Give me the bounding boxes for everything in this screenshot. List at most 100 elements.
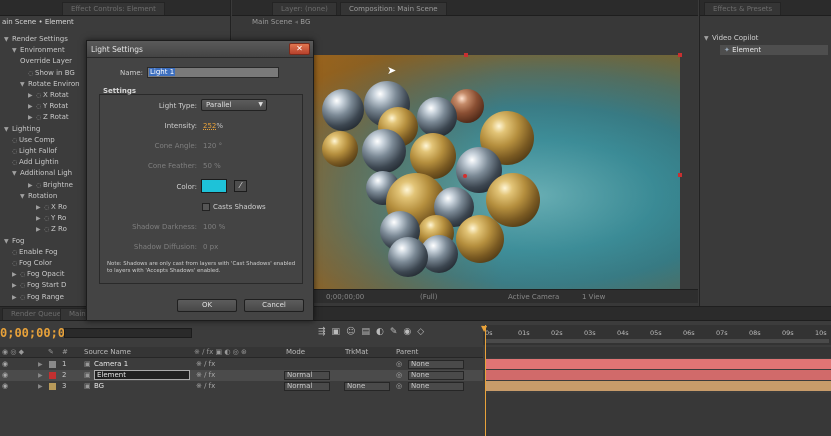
tab-layer[interactable]: Layer: (none): [272, 2, 337, 15]
effect-property-row[interactable]: ▶ ◌ Fog Range: [12, 292, 64, 303]
keyframe-icon[interactable]: ◇: [417, 327, 430, 337]
casts-shadows-checkbox[interactable]: [202, 203, 210, 211]
layer-duration-bar[interactable]: [486, 381, 831, 391]
layer-switch-icons[interactable]: ※ ∕ fx: [196, 370, 215, 381]
layer-switch-icons[interactable]: ※ ∕ fx: [196, 359, 215, 370]
comp-flowchart-icon[interactable]: ▣: [332, 327, 347, 337]
expand-triangle-icon[interactable]: ▼: [12, 168, 20, 179]
collapse-triangle-icon[interactable]: ▶: [12, 292, 20, 303]
effect-property-row[interactable]: ▼ Additional Ligh: [12, 168, 72, 179]
mode-header[interactable]: Mode: [286, 348, 305, 356]
effect-property-row[interactable]: Override Layer: [20, 56, 72, 67]
stopwatch-icon[interactable]: ◌: [12, 258, 19, 269]
stopwatch-icon[interactable]: ◌: [20, 269, 27, 280]
pickwhip-icon[interactable]: ◎: [396, 370, 402, 381]
layer-name[interactable]: Camera 1: [94, 359, 128, 370]
graph-editor-icon[interactable]: ◉: [403, 327, 417, 337]
close-button[interactable]: ✕: [289, 43, 310, 55]
stopwatch-icon[interactable]: ◌: [12, 157, 19, 168]
presets-item-element[interactable]: ✦ Element: [720, 45, 828, 55]
parent-select[interactable]: None: [408, 382, 464, 391]
layer-name[interactable]: BG: [94, 381, 104, 392]
visibility-eye-icon[interactable]: ◉: [2, 370, 8, 381]
stopwatch-icon[interactable]: ◌: [44, 224, 51, 235]
collapse-triangle-icon[interactable]: ▶: [36, 224, 44, 235]
collapse-triangle-icon[interactable]: ▶: [28, 112, 36, 123]
effect-property-row[interactable]: ▶ ◌ Z Ro: [36, 224, 67, 235]
effect-property-row[interactable]: ▶ ◌ Y Ro: [36, 213, 66, 224]
timeline-search-input[interactable]: [64, 328, 192, 338]
stopwatch-icon[interactable]: ◌: [12, 247, 19, 258]
layer-handle-top-right[interactable]: [678, 53, 682, 57]
tab-effects-presets[interactable]: Effects & Presets: [704, 2, 782, 15]
stopwatch-icon[interactable]: ◌: [36, 112, 43, 123]
collapse-triangle-icon[interactable]: ▶: [28, 101, 36, 112]
layer-switch-icons[interactable]: ※ ∕ fx: [196, 381, 215, 392]
collapse-triangle-icon[interactable]: ▶: [12, 269, 20, 280]
label-color-swatch[interactable]: [49, 361, 56, 368]
playhead-marker-icon[interactable]: ▼: [481, 325, 490, 333]
effect-property-row[interactable]: ◌ Use Comp: [12, 135, 55, 146]
layer-row[interactable]: ◉ ▶ 2 ▣ Element ※ ∕ fx Normal ◎ None: [0, 370, 483, 381]
resolution-select[interactable]: (Full): [420, 293, 437, 301]
twirl-triangle-icon[interactable]: ▶: [38, 359, 43, 370]
trkmat-select[interactable]: None: [344, 382, 390, 391]
layer-row[interactable]: ◉ ▶ 3 ▣ BG ※ ∕ fx Normal None ◎ None: [0, 381, 483, 392]
effect-property-row[interactable]: ▼ Render Settings: [4, 34, 68, 45]
trkmat-header[interactable]: TrkMat: [345, 348, 368, 356]
viewer-timecode[interactable]: 0;00;00;00: [326, 293, 364, 301]
expand-triangle-icon[interactable]: ▼: [12, 45, 20, 56]
effect-property-row[interactable]: ▶ ◌ X Ro: [36, 202, 67, 213]
intensity-control[interactable]: 252%: [203, 122, 223, 130]
motion-blur-icon[interactable]: ◐: [376, 327, 390, 337]
layer-handle-top[interactable]: [464, 53, 468, 57]
effect-property-row[interactable]: ▼ Lighting: [4, 124, 40, 135]
expand-triangle-icon[interactable]: ▼: [4, 34, 12, 45]
label-color-swatch[interactable]: [49, 383, 56, 390]
parent-select[interactable]: None: [408, 360, 464, 369]
tab-effect-controls[interactable]: Effect Controls: Element: [62, 2, 165, 15]
visibility-eye-icon[interactable]: ◉: [2, 381, 8, 392]
layer-duration-bar[interactable]: [486, 359, 831, 369]
effect-property-row[interactable]: ◌ Add Lightin: [12, 157, 59, 168]
stopwatch-icon[interactable]: ◌: [20, 280, 27, 291]
stopwatch-icon[interactable]: ◌: [12, 135, 19, 146]
frame-blending-icon[interactable]: ▤: [361, 327, 376, 337]
stopwatch-icon[interactable]: ◌: [20, 292, 27, 303]
stopwatch-icon[interactable]: ◌: [36, 101, 43, 112]
draft-3d-icon[interactable]: ⇶: [318, 327, 332, 337]
layer-handle-right[interactable]: [678, 173, 682, 177]
brainstorm-icon[interactable]: ✎: [390, 327, 404, 337]
visibility-eye-icon[interactable]: ◉: [2, 359, 8, 370]
stopwatch-icon[interactable]: ◌: [36, 180, 43, 191]
light-type-select[interactable]: Parallel ▼: [201, 99, 267, 111]
effect-property-row[interactable]: ▶ ◌ X Rotat: [28, 90, 69, 101]
twirl-triangle-icon[interactable]: ▶: [38, 381, 43, 392]
anchor-point[interactable]: [463, 174, 467, 178]
shy-layers-icon[interactable]: ☺: [346, 327, 361, 337]
stopwatch-icon[interactable]: ◌: [36, 90, 43, 101]
effect-property-row[interactable]: ▼ Environment: [12, 45, 65, 56]
pickwhip-icon[interactable]: ◎: [396, 359, 402, 370]
name-field[interactable]: Light 1: [147, 67, 279, 78]
time-ruler[interactable]: 0s 01s 02s 03s 04s 05s 06s 07s 08s 09s 10s: [483, 325, 831, 345]
effect-property-row[interactable]: ◌ Light Fallof: [12, 146, 57, 157]
work-area-bar[interactable]: [485, 339, 829, 343]
collapse-triangle-icon[interactable]: ▶: [28, 180, 36, 191]
color-swatch[interactable]: [201, 179, 227, 193]
pickwhip-icon[interactable]: ◎: [396, 381, 402, 392]
layer-duration-bar[interactable]: [486, 370, 831, 380]
stopwatch-icon[interactable]: ◌: [44, 202, 51, 213]
expand-triangle-icon[interactable]: ▼: [704, 35, 712, 42]
collapse-triangle-icon[interactable]: ▶: [28, 90, 36, 101]
crumb-main-scene[interactable]: Main Scene: [252, 18, 292, 26]
collapse-triangle-icon[interactable]: ▶: [36, 213, 44, 224]
source-name-header[interactable]: Source Name: [84, 348, 131, 356]
twirl-triangle-icon[interactable]: ▶: [38, 370, 43, 381]
expand-triangle-icon[interactable]: ▼: [4, 236, 12, 247]
effect-property-row[interactable]: ▼ Rotation: [20, 191, 57, 202]
effect-property-row[interactable]: ▶ ◌ Brightne: [28, 180, 73, 191]
layer-name[interactable]: Element: [94, 370, 190, 380]
casts-shadows-label[interactable]: Casts Shadows: [213, 203, 266, 211]
expand-triangle-icon[interactable]: ▼: [20, 79, 28, 90]
